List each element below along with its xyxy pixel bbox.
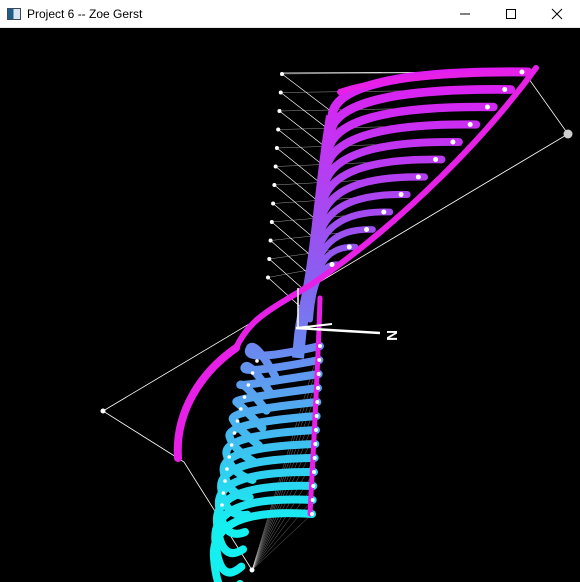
control-point [329, 262, 335, 267]
control-point [381, 209, 387, 215]
control-point [223, 479, 227, 483]
window-title: Project 6 -- Zoe Gerst [27, 6, 143, 21]
control-point [316, 372, 321, 376]
control-point [415, 174, 421, 180]
control-point [312, 470, 316, 474]
close-icon [551, 8, 563, 19]
control-line [280, 92, 331, 131]
control-point [563, 129, 573, 139]
control-point [346, 244, 352, 250]
control-point [267, 257, 272, 261]
minimize-button[interactable] [442, 0, 488, 28]
control-point [273, 164, 278, 169]
control-point [225, 467, 229, 471]
control-point [232, 431, 237, 435]
control-point [311, 484, 316, 488]
control-point [519, 69, 525, 75]
control-point [317, 358, 322, 362]
minimize-icon [460, 13, 470, 14]
control-point [220, 503, 224, 507]
control-point [276, 127, 281, 132]
axis-x-line [295, 326, 381, 335]
control-line [276, 147, 325, 187]
control-point [310, 498, 315, 502]
control-point [398, 192, 404, 197]
control-point [316, 386, 320, 390]
control-point [484, 104, 490, 110]
control-line [279, 110, 329, 150]
control-point [269, 220, 274, 224]
surface-curves [209, 67, 533, 582]
control-point [239, 407, 243, 411]
control-points [100, 69, 573, 573]
control-line [277, 129, 327, 168]
maximize-button[interactable] [488, 0, 534, 28]
control-point [249, 567, 255, 573]
control-point [467, 122, 473, 127]
control-point [100, 408, 106, 414]
render-canvas[interactable]: N [0, 28, 580, 582]
control-point [310, 512, 314, 516]
app-window: Project 6 -- Zoe Gerst N [0, 0, 580, 582]
control-point [315, 400, 320, 404]
control-point [312, 456, 317, 460]
axis-label: N [383, 330, 400, 341]
control-point [314, 428, 318, 432]
title-bar[interactable]: Project 6 -- Zoe Gerst [0, 0, 580, 28]
control-point [235, 419, 240, 423]
control-point [272, 183, 277, 187]
control-point [268, 238, 273, 243]
control-point [242, 395, 247, 399]
control-point [266, 275, 270, 280]
close-button[interactable] [534, 0, 580, 28]
control-point [502, 87, 508, 92]
maximize-icon [506, 8, 516, 19]
app-window-icon [7, 7, 21, 20]
control-point [318, 344, 322, 348]
control-point [314, 414, 319, 418]
control-point [278, 90, 283, 95]
control-point [450, 139, 456, 145]
control-point [274, 146, 279, 150]
control-point [229, 443, 234, 447]
surface-render: N [100, 65, 573, 582]
control-point [271, 201, 276, 206]
control-point [433, 157, 439, 162]
control-point [313, 442, 318, 446]
control-point [250, 371, 255, 375]
control-point [277, 109, 282, 113]
control-point [221, 491, 226, 495]
control-line [281, 73, 333, 113]
control-point [246, 383, 251, 387]
control-point [364, 227, 370, 232]
control-point [255, 359, 259, 363]
control-point [280, 72, 284, 76]
control-point [227, 455, 232, 459]
